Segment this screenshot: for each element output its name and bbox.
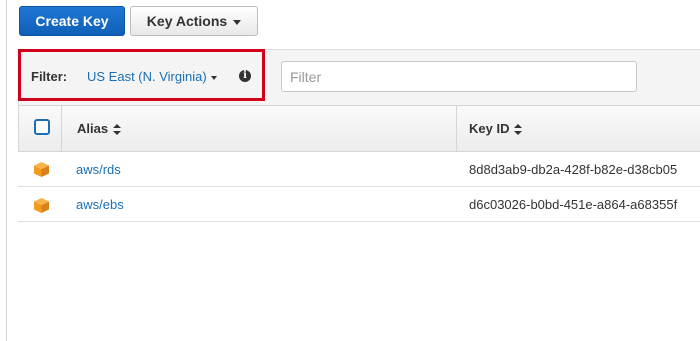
left-panel-edge — [0, 0, 7, 341]
alias-column-header[interactable]: Alias — [77, 121, 122, 136]
aws-box-icon — [34, 198, 49, 213]
select-all-checkbox[interactable] — [34, 119, 50, 135]
alias-link[interactable]: aws/ebs — [76, 197, 124, 212]
key-actions-label: Key Actions — [146, 13, 228, 29]
filter-input[interactable] — [281, 61, 637, 92]
region-label: US East (N. Virginia) — [87, 69, 207, 84]
key-actions-button[interactable]: Key Actions — [130, 6, 258, 36]
region-selector[interactable]: US East (N. Virginia) — [87, 69, 217, 84]
create-key-label: Create Key — [35, 13, 109, 29]
info-icon[interactable]: i — [239, 70, 251, 82]
aws-box-icon — [34, 162, 49, 177]
alias-link[interactable]: aws/rds — [76, 162, 121, 177]
create-key-button[interactable]: Create Key — [19, 6, 125, 36]
sort-icon — [113, 124, 122, 136]
filter-label: Filter: — [31, 69, 68, 84]
column-divider — [456, 106, 457, 151]
alias-header-label: Alias — [77, 121, 109, 136]
column-divider — [61, 106, 62, 151]
key-id-column-header[interactable]: Key ID — [469, 121, 523, 136]
key-id-cell: 8d8d3ab9-db2a-428f-b82e-d38cb05 — [469, 162, 678, 177]
sort-icon — [514, 124, 523, 136]
key-id-cell: d6c03026-b0bd-451e-a864-a68355f — [469, 197, 678, 212]
caret-down-icon — [210, 75, 217, 80]
key-id-header-label: Key ID — [469, 121, 510, 136]
caret-down-icon — [233, 19, 242, 25]
